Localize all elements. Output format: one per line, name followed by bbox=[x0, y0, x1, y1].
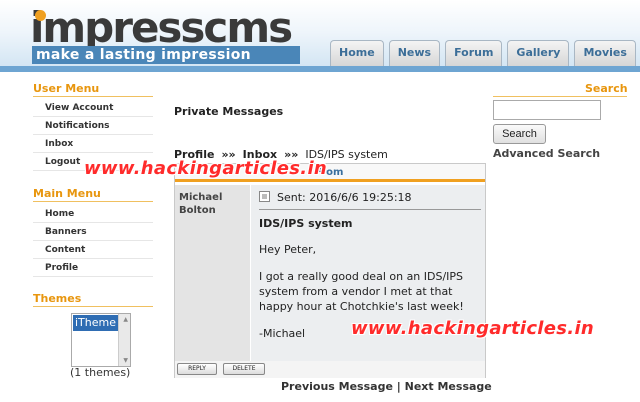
header-bottom-bar bbox=[0, 66, 640, 72]
message-panel: From Michael Bolton Sent: 2016/6/6 19:25… bbox=[174, 163, 486, 378]
message-subject: IDS/IPS system bbox=[259, 217, 353, 230]
message-divider bbox=[259, 209, 481, 210]
site-logo[interactable]: impresscms make a lasting impression bbox=[30, 3, 300, 64]
next-message-link[interactable]: Next Message bbox=[405, 380, 492, 393]
message-greeting: Hey Peter, bbox=[259, 243, 317, 256]
logo-dot-icon bbox=[35, 10, 46, 21]
watermark-text: www.hackingarticles.in bbox=[84, 158, 328, 179]
themes-rule bbox=[33, 306, 153, 307]
logo-wordmark: impresscms bbox=[30, 3, 293, 52]
message-pager: Previous Message | Next Message bbox=[281, 380, 492, 393]
search-title: Search bbox=[585, 82, 628, 95]
search-button[interactable]: Search bbox=[493, 124, 546, 144]
message-sent-date: Sent: 2016/6/6 19:25:18 bbox=[277, 191, 412, 204]
nav-tab-gallery[interactable]: Gallery bbox=[507, 40, 570, 66]
page-title: Private Messages bbox=[174, 105, 284, 118]
main-menu-rule bbox=[33, 201, 153, 202]
scroll-up-icon[interactable]: ▲ bbox=[123, 316, 128, 323]
main-navigation: Home News Forum Gallery Movies bbox=[330, 40, 636, 66]
pager-divider: | bbox=[396, 380, 401, 393]
user-menu-rule bbox=[33, 96, 153, 97]
main-menu-title: Main Menu bbox=[33, 187, 101, 200]
nav-tab-home[interactable]: Home bbox=[330, 40, 384, 66]
user-menu-title: User Menu bbox=[33, 82, 100, 95]
menu-item-inbox[interactable]: Inbox bbox=[33, 135, 153, 153]
advanced-search-link[interactable]: Advanced Search bbox=[493, 147, 600, 160]
reply-button[interactable]: REPLY bbox=[177, 363, 217, 375]
search-input[interactable] bbox=[493, 100, 601, 120]
site-header: impresscms make a lasting impression Hom… bbox=[0, 0, 640, 72]
nav-tab-movies[interactable]: Movies bbox=[574, 40, 636, 66]
theme-option-selected[interactable]: iTheme bbox=[73, 315, 118, 331]
message-icon bbox=[259, 191, 270, 202]
nav-tab-news[interactable]: News bbox=[388, 40, 441, 66]
menu-item-content[interactable]: Content bbox=[33, 241, 153, 259]
themes-title: Themes bbox=[33, 292, 82, 305]
menu-item-notifications[interactable]: Notifications bbox=[33, 117, 153, 135]
delete-button[interactable]: DELETE bbox=[223, 363, 265, 375]
message-signoff: -Michael bbox=[259, 327, 306, 340]
logo-tagline: make a lasting impression bbox=[32, 46, 300, 64]
theme-select-list[interactable]: iTheme ▲ ▼ bbox=[71, 313, 131, 367]
search-rule bbox=[493, 96, 627, 97]
main-menu-list: Home Banners Content Profile bbox=[33, 205, 153, 277]
menu-item-home[interactable]: Home bbox=[33, 205, 153, 223]
nav-tab-forum[interactable]: Forum bbox=[445, 40, 503, 66]
menu-item-banners[interactable]: Banners bbox=[33, 223, 153, 241]
scroll-down-icon[interactable]: ▼ bbox=[123, 357, 128, 364]
previous-message-link[interactable]: Previous Message bbox=[281, 380, 393, 393]
theme-select-scrollbar[interactable]: ▲ ▼ bbox=[118, 314, 130, 366]
menu-item-view-account[interactable]: View Account bbox=[33, 99, 153, 117]
message-actions: REPLY DELETE bbox=[175, 361, 485, 378]
message-text: I got a really good deal on an IDS/IPS s… bbox=[259, 270, 464, 313]
themes-count: (1 themes) bbox=[70, 366, 131, 379]
menu-item-profile[interactable]: Profile bbox=[33, 259, 153, 277]
watermark-text: www.hackingarticles.in bbox=[351, 318, 595, 339]
message-sender[interactable]: Michael Bolton bbox=[175, 185, 250, 361]
